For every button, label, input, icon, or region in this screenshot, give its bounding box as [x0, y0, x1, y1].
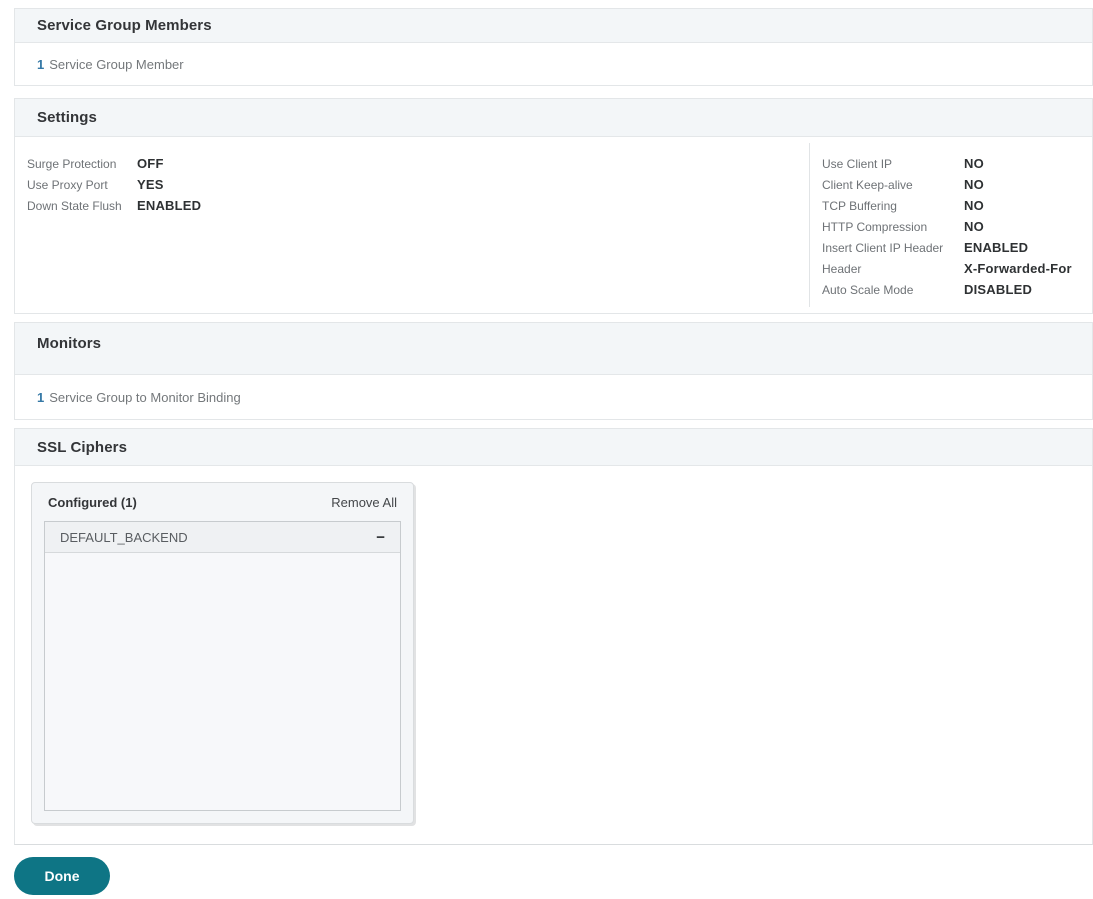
section-ssl-ciphers: SSL Ciphers Configured (1) Remove All DE…: [14, 428, 1093, 845]
section-header-ssl-ciphers: SSL Ciphers: [15, 429, 1092, 466]
service-group-member-binding-link[interactable]: 1 Service Group Member: [15, 43, 1092, 85]
configured-ciphers-card: Configured (1) Remove All DEFAULT_BACKEN…: [31, 482, 414, 824]
section-monitors: Monitors 1 Service Group to Monitor Bind…: [14, 322, 1093, 420]
section-title: SSL Ciphers: [37, 438, 128, 456]
setting-label: TCP Buffering: [822, 198, 897, 213]
setting-label: HTTP Compression: [822, 219, 928, 234]
setting-use-proxy-port: Use Proxy Port YES: [27, 174, 809, 195]
setting-client-keep-alive: Client Keep-alive NO: [822, 174, 1092, 195]
setting-surge-protection: Surge Protection OFF: [27, 153, 809, 174]
setting-label: Use Proxy Port: [27, 177, 108, 192]
setting-value: NO: [964, 156, 984, 171]
section-header-monitors: Monitors: [15, 323, 1092, 375]
binding-label: Service Group Member: [49, 56, 184, 72]
cipher-name: DEFAULT_BACKEND: [60, 529, 188, 545]
setting-label: Auto Scale Mode: [822, 282, 914, 297]
setting-tcp-buffering: TCP Buffering NO: [822, 195, 1092, 216]
setting-label: Header: [822, 261, 862, 276]
setting-value: ENABLED: [964, 240, 1029, 255]
setting-value: NO: [964, 198, 984, 213]
section-title: Service Group Members: [37, 17, 212, 34]
setting-insert-client-ip-header: Insert Client IP Header ENABLED: [822, 237, 1092, 258]
service-group-details-page: Service Group Members 1 Service Group Me…: [0, 8, 1093, 895]
setting-http-compression: HTTP Compression NO: [822, 216, 1092, 237]
setting-down-state-flush: Down State Flush ENABLED: [27, 195, 809, 216]
setting-use-client-ip: Use Client IP NO: [822, 153, 1092, 174]
section-service-group-members: Service Group Members 1 Service Group Me…: [14, 8, 1093, 86]
cipher-list-item: DEFAULT_BACKEND −: [45, 522, 400, 553]
binding-count: 1: [37, 389, 45, 405]
settings-column-right: Use Client IP NO Client Keep-alive NO TC…: [810, 143, 1092, 307]
section-settings: Settings Surge Protection OFF Use Proxy …: [14, 98, 1093, 314]
setting-label: Down State Flush: [27, 198, 122, 213]
setting-value: DISABLED: [964, 282, 1033, 297]
section-header-settings: Settings: [15, 99, 1092, 137]
ssl-ciphers-body: Configured (1) Remove All DEFAULT_BACKEN…: [15, 466, 1092, 844]
section-header-service-group-members: Service Group Members: [15, 9, 1092, 43]
configured-count-label: Configured (1): [48, 494, 137, 510]
setting-label: Client Keep-alive: [822, 177, 913, 192]
setting-value: X-Forwarded-For: [964, 261, 1072, 276]
setting-value: OFF: [137, 156, 164, 171]
setting-label: Insert Client IP Header: [822, 240, 944, 255]
settings-body: Surge Protection OFF Use Proxy Port YES …: [15, 137, 1092, 313]
setting-label: Surge Protection: [27, 156, 117, 171]
configured-ciphers-list: DEFAULT_BACKEND −: [44, 521, 401, 811]
minus-icon[interactable]: −: [376, 530, 385, 545]
settings-column-left: Surge Protection OFF Use Proxy Port YES …: [15, 143, 809, 307]
setting-header: Header X-Forwarded-For: [822, 258, 1092, 279]
done-button[interactable]: Done: [14, 857, 110, 895]
setting-auto-scale-mode: Auto Scale Mode DISABLED: [822, 279, 1092, 300]
monitor-binding-link[interactable]: 1 Service Group to Monitor Binding: [15, 375, 1092, 419]
setting-value: NO: [964, 177, 984, 192]
setting-label: Use Client IP: [822, 156, 893, 171]
remove-all-button[interactable]: Remove All: [331, 495, 397, 510]
binding-count: 1: [37, 56, 45, 72]
setting-value: YES: [137, 177, 164, 192]
setting-value: NO: [964, 219, 984, 234]
section-title: Monitors: [37, 335, 102, 352]
configured-ciphers-header: Configured (1) Remove All: [32, 483, 413, 521]
setting-value: ENABLED: [137, 198, 202, 213]
section-title: Settings: [37, 109, 97, 126]
binding-label: Service Group to Monitor Binding: [49, 389, 241, 405]
